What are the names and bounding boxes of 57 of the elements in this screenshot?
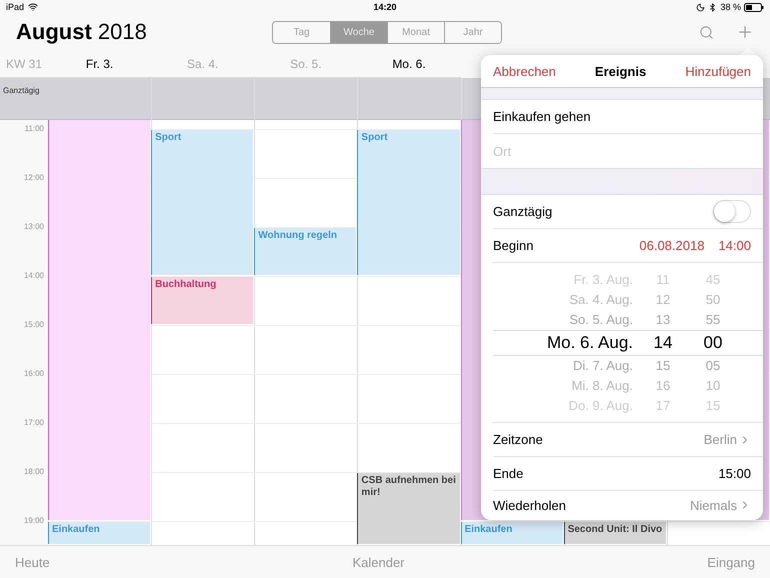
calendar-event[interactable]: Sport [151,130,254,275]
timezone-label: Zeitzone [493,432,543,447]
start-label: Beginn [493,238,534,253]
view-tab[interactable]: Woche [330,22,387,42]
day-header: So. 5. [254,50,358,78]
day-header: Fr. 3. [48,50,152,78]
end-time[interactable]: 15:00 [718,466,751,481]
status-time: 14:20 [373,2,397,12]
repeat-value[interactable]: Niemals [690,498,737,512]
picker-row[interactable]: Sa. 4. Aug. 12 50 [493,290,763,310]
start-date[interactable]: 06.08.2018 [639,238,704,253]
battery-icon [744,2,764,12]
tab-bar-item[interactable]: Eingang [707,554,755,570]
calendar-event[interactable]: Buchhaltung [151,277,254,324]
calendar-event[interactable]: Einkaufen [460,522,563,544]
picker-row[interactable]: So. 5. Aug. 13 55 [493,310,763,330]
hour-label: 18:00 [24,467,44,476]
calendar-event[interactable]: Sport [357,130,460,275]
moon-icon [696,2,706,12]
popover-title: Ereignis [594,64,646,78]
hour-label: 14:00 [24,271,44,280]
hour-label: 15:00 [24,320,44,329]
view-tab[interactable]: Jahr [444,22,501,42]
hour-label: 16:00 [24,369,44,378]
all-day-switch[interactable] [713,200,751,223]
day-header: Mo. 6. [357,50,461,78]
timezone-value[interactable]: Berlin [704,432,737,447]
calendar-event[interactable]: Second Unit: Il Divo [564,522,666,544]
month-title: August 2018 [16,19,148,45]
picker-row[interactable]: Mo. 6. Aug. 14 00 [493,330,763,356]
day-header: Sa. 4. [151,50,254,78]
bluetooth-icon [708,2,718,12]
battery-percent: 38 % [720,2,741,12]
repeat-label: Wiederholen [493,498,566,512]
search-icon[interactable] [699,24,714,40]
picker-row[interactable]: Di. 7. Aug. 15 05 [493,356,763,376]
week-number: KW 31 [0,50,48,78]
calendar-event[interactable]: Einkaufen [48,522,150,544]
start-time[interactable]: 14:00 [718,238,751,253]
title-field[interactable]: Einkaufen gehen [493,109,751,124]
picker-row[interactable]: Mi. 8. Aug. 16 10 [493,376,763,396]
cancel-button[interactable]: Abbrechen [493,64,556,78]
all-day-label: Ganztägig [493,204,552,219]
calendar-event[interactable]: CSB aufnehmen bei mir! [357,473,460,544]
tab-bar-item[interactable]: Kalender [352,554,405,570]
hour-label: 11:00 [24,124,44,133]
device-name: iPad [6,2,24,12]
end-label: Ende [493,466,524,481]
hour-label: 13:00 [24,222,44,231]
calendar-event[interactable]: Wohnung regeln [254,228,356,275]
hour-label: 19:00 [24,516,44,525]
tab-bar-item[interactable]: Heute [15,554,50,570]
add-button[interactable]: Hinzufügen [685,64,751,78]
all-day-label: Ganztägig [2,85,40,97]
wifi-icon [28,2,38,12]
hour-label: 12:00 [24,173,44,182]
hour-label: 17:00 [24,418,44,427]
